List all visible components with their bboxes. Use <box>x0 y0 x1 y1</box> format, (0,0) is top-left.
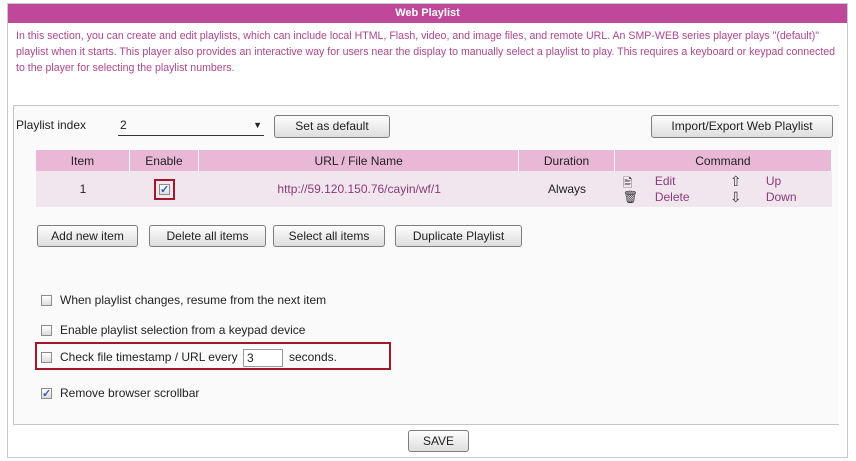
seconds-label: seconds. <box>288 350 337 365</box>
row-duration: Always <box>519 171 615 207</box>
playlist-index-row: Playlist index 2 ▼ Set as default Import… <box>16 115 833 138</box>
import-export-button[interactable]: Import/Export Web Playlist <box>651 115 833 138</box>
playlist-index-value: 2 <box>120 118 127 132</box>
row-commands: 🖹 Edit 🗑 Delete ⇧ Up ⇩ Down <box>614 171 832 207</box>
page-title: Web Playlist <box>8 4 847 23</box>
resume-next-option: When playlist changes, resume from the n… <box>41 292 326 308</box>
check-timestamp-label: Check file timestamp / URL every <box>60 350 238 365</box>
playlist-index-label: Playlist index <box>16 118 87 132</box>
resume-next-checkbox[interactable] <box>41 295 52 306</box>
keypad-selection-checkbox[interactable] <box>41 325 52 336</box>
up-link[interactable]: Up <box>766 174 781 188</box>
keypad-selection-label: Enable playlist selection from a keypad … <box>60 323 306 337</box>
row-enable-checkbox[interactable] <box>158 182 170 199</box>
trash-icon[interactable]: 🗑 <box>623 190 638 204</box>
enable-highlight-box <box>153 178 175 200</box>
row-item-number: 1 <box>36 171 130 207</box>
duplicate-playlist-button[interactable]: Duplicate Playlist <box>395 225 522 247</box>
keypad-selection-option: Enable playlist selection from a keypad … <box>41 322 305 338</box>
down-link[interactable]: Down <box>766 190 797 204</box>
arrow-down-icon[interactable]: ⇩ <box>730 189 742 206</box>
intro-text: In this section, you can create and edit… <box>16 30 836 74</box>
delete-all-items-button[interactable]: Delete all items <box>149 225 266 247</box>
row-url-link[interactable]: http://59.120.150.76/cayin/wf/1 <box>277 182 440 196</box>
resume-next-label: When playlist changes, resume from the n… <box>60 293 327 307</box>
remove-scrollbar-option: Remove browser scrollbar <box>41 385 200 402</box>
column-command: Command <box>614 150 832 171</box>
table-header-row: Item Enable URL / File Name Duration Com… <box>36 150 832 171</box>
column-item: Item <box>36 150 130 171</box>
check-timestamp-option: Check file timestamp / URL every 3 second… <box>41 349 337 367</box>
table-row: 1 http://59.120.150.76/cayin/wf/1 Always… <box>36 171 832 207</box>
playlist-index-select[interactable]: 2 ▼ <box>118 117 264 136</box>
check-timestamp-checkbox[interactable] <box>41 352 52 364</box>
column-duration: Duration <box>519 150 615 171</box>
edit-link[interactable]: Edit <box>655 174 676 188</box>
playlist-table: Item Enable URL / File Name Duration Com… <box>36 150 832 207</box>
timestamp-interval-input[interactable]: 3 <box>242 349 283 367</box>
select-all-items-button[interactable]: Select all items <box>273 225 385 247</box>
row-url: http://59.120.150.76/cayin/wf/1 <box>199 171 520 207</box>
save-button[interactable]: SAVE <box>408 430 469 452</box>
chevron-down-icon[interactable]: ▼ <box>253 117 262 134</box>
column-enable: Enable <box>129 150 200 171</box>
add-new-item-button[interactable]: Add new item <box>37 225 138 247</box>
remove-scrollbar-label: Remove browser scrollbar <box>60 386 200 400</box>
set-default-button[interactable]: Set as default <box>274 115 390 138</box>
column-url: URL / File Name <box>199 150 520 171</box>
arrow-up-icon[interactable]: ⇧ <box>730 173 742 190</box>
delete-link[interactable]: Delete <box>655 190 690 204</box>
row-enable-cell <box>129 171 200 207</box>
remove-scrollbar-checkbox[interactable] <box>41 386 52 402</box>
